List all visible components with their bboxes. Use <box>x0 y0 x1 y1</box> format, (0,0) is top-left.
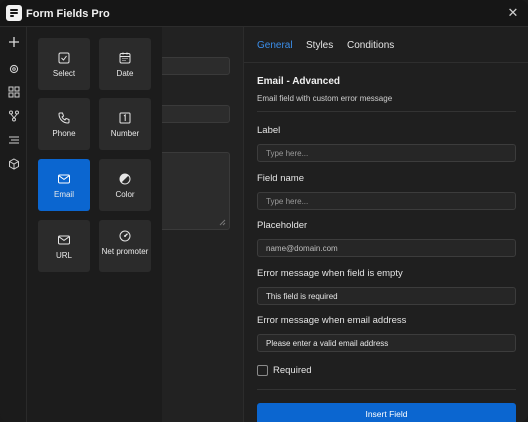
tile-phone[interactable]: Phone <box>38 98 90 150</box>
field-name-input[interactable] <box>257 192 516 210</box>
tile-date[interactable]: Date <box>99 38 151 90</box>
blocks-icon[interactable] <box>7 85 20 98</box>
label-field-label: Label <box>257 125 281 136</box>
left-rail <box>0 27 27 422</box>
divider <box>257 111 516 112</box>
error-empty-label: Error message when field is empty <box>257 268 403 279</box>
label-input[interactable] <box>257 144 516 162</box>
tab-general[interactable]: General <box>257 40 293 51</box>
close-icon[interactable]: ✕ <box>506 6 520 20</box>
app-window: Form Fields Pro ✕ Select Date Phone Numb… <box>0 0 528 422</box>
error-email-label: Error message when email address <box>257 315 407 326</box>
tile-label: Net promoter <box>101 247 149 256</box>
tile-number[interactable]: Number <box>99 98 151 150</box>
mail-icon <box>57 172 71 186</box>
branch-icon[interactable] <box>7 109 20 122</box>
tile-net-promoter[interactable]: Net promoter <box>99 220 151 272</box>
section-description: Email field with custom error message <box>257 94 393 103</box>
tile-select[interactable]: Select <box>38 38 90 90</box>
tab-conditions[interactable]: Conditions <box>347 40 394 51</box>
divider <box>244 62 528 63</box>
mail-icon <box>57 233 71 247</box>
placeholder-input[interactable] <box>257 239 516 257</box>
tile-label: Email <box>53 190 74 199</box>
resize-handle-icon <box>219 219 226 226</box>
plus-icon[interactable] <box>7 35 20 48</box>
insert-field-button[interactable]: Insert Field <box>257 403 516 422</box>
tab-styles[interactable]: Styles <box>306 40 333 51</box>
divider <box>257 389 516 390</box>
calendar-icon <box>118 51 132 65</box>
checkbox-icon <box>57 51 71 65</box>
required-label: Required <box>273 365 312 376</box>
tile-label: Date <box>116 69 134 78</box>
required-checkbox[interactable] <box>257 365 268 376</box>
tile-email[interactable]: Email <box>38 159 90 211</box>
number-icon <box>118 111 132 125</box>
placeholder-label: Placeholder <box>257 220 308 231</box>
tile-label: Color <box>115 190 135 199</box>
section-title: Email - Advanced <box>257 76 340 87</box>
color-icon <box>118 172 132 186</box>
phone-icon <box>57 111 71 125</box>
error-empty-input[interactable] <box>257 287 516 305</box>
tile-url[interactable]: URL <box>38 220 90 272</box>
cube-icon[interactable] <box>7 157 20 170</box>
field-type-picker: Select Date Phone Number Email Color URL… <box>27 27 162 422</box>
app-title: Form Fields Pro <box>26 8 110 20</box>
tile-label: Number <box>110 129 140 138</box>
tile-label: URL <box>55 251 72 260</box>
app-logo-icon <box>6 5 22 21</box>
field-name-label: Field name <box>257 173 304 184</box>
gauge-icon <box>118 229 132 243</box>
tile-label: Select <box>52 69 76 78</box>
tile-color[interactable]: Color <box>99 159 151 211</box>
gear-icon[interactable] <box>7 62 20 75</box>
align-icon[interactable] <box>7 133 20 146</box>
error-email-input[interactable] <box>257 334 516 352</box>
settings-panel: General Styles Conditions Email - Advanc… <box>243 27 528 422</box>
title-bar: Form Fields Pro ✕ <box>0 0 528 27</box>
tile-label: Phone <box>52 129 76 138</box>
